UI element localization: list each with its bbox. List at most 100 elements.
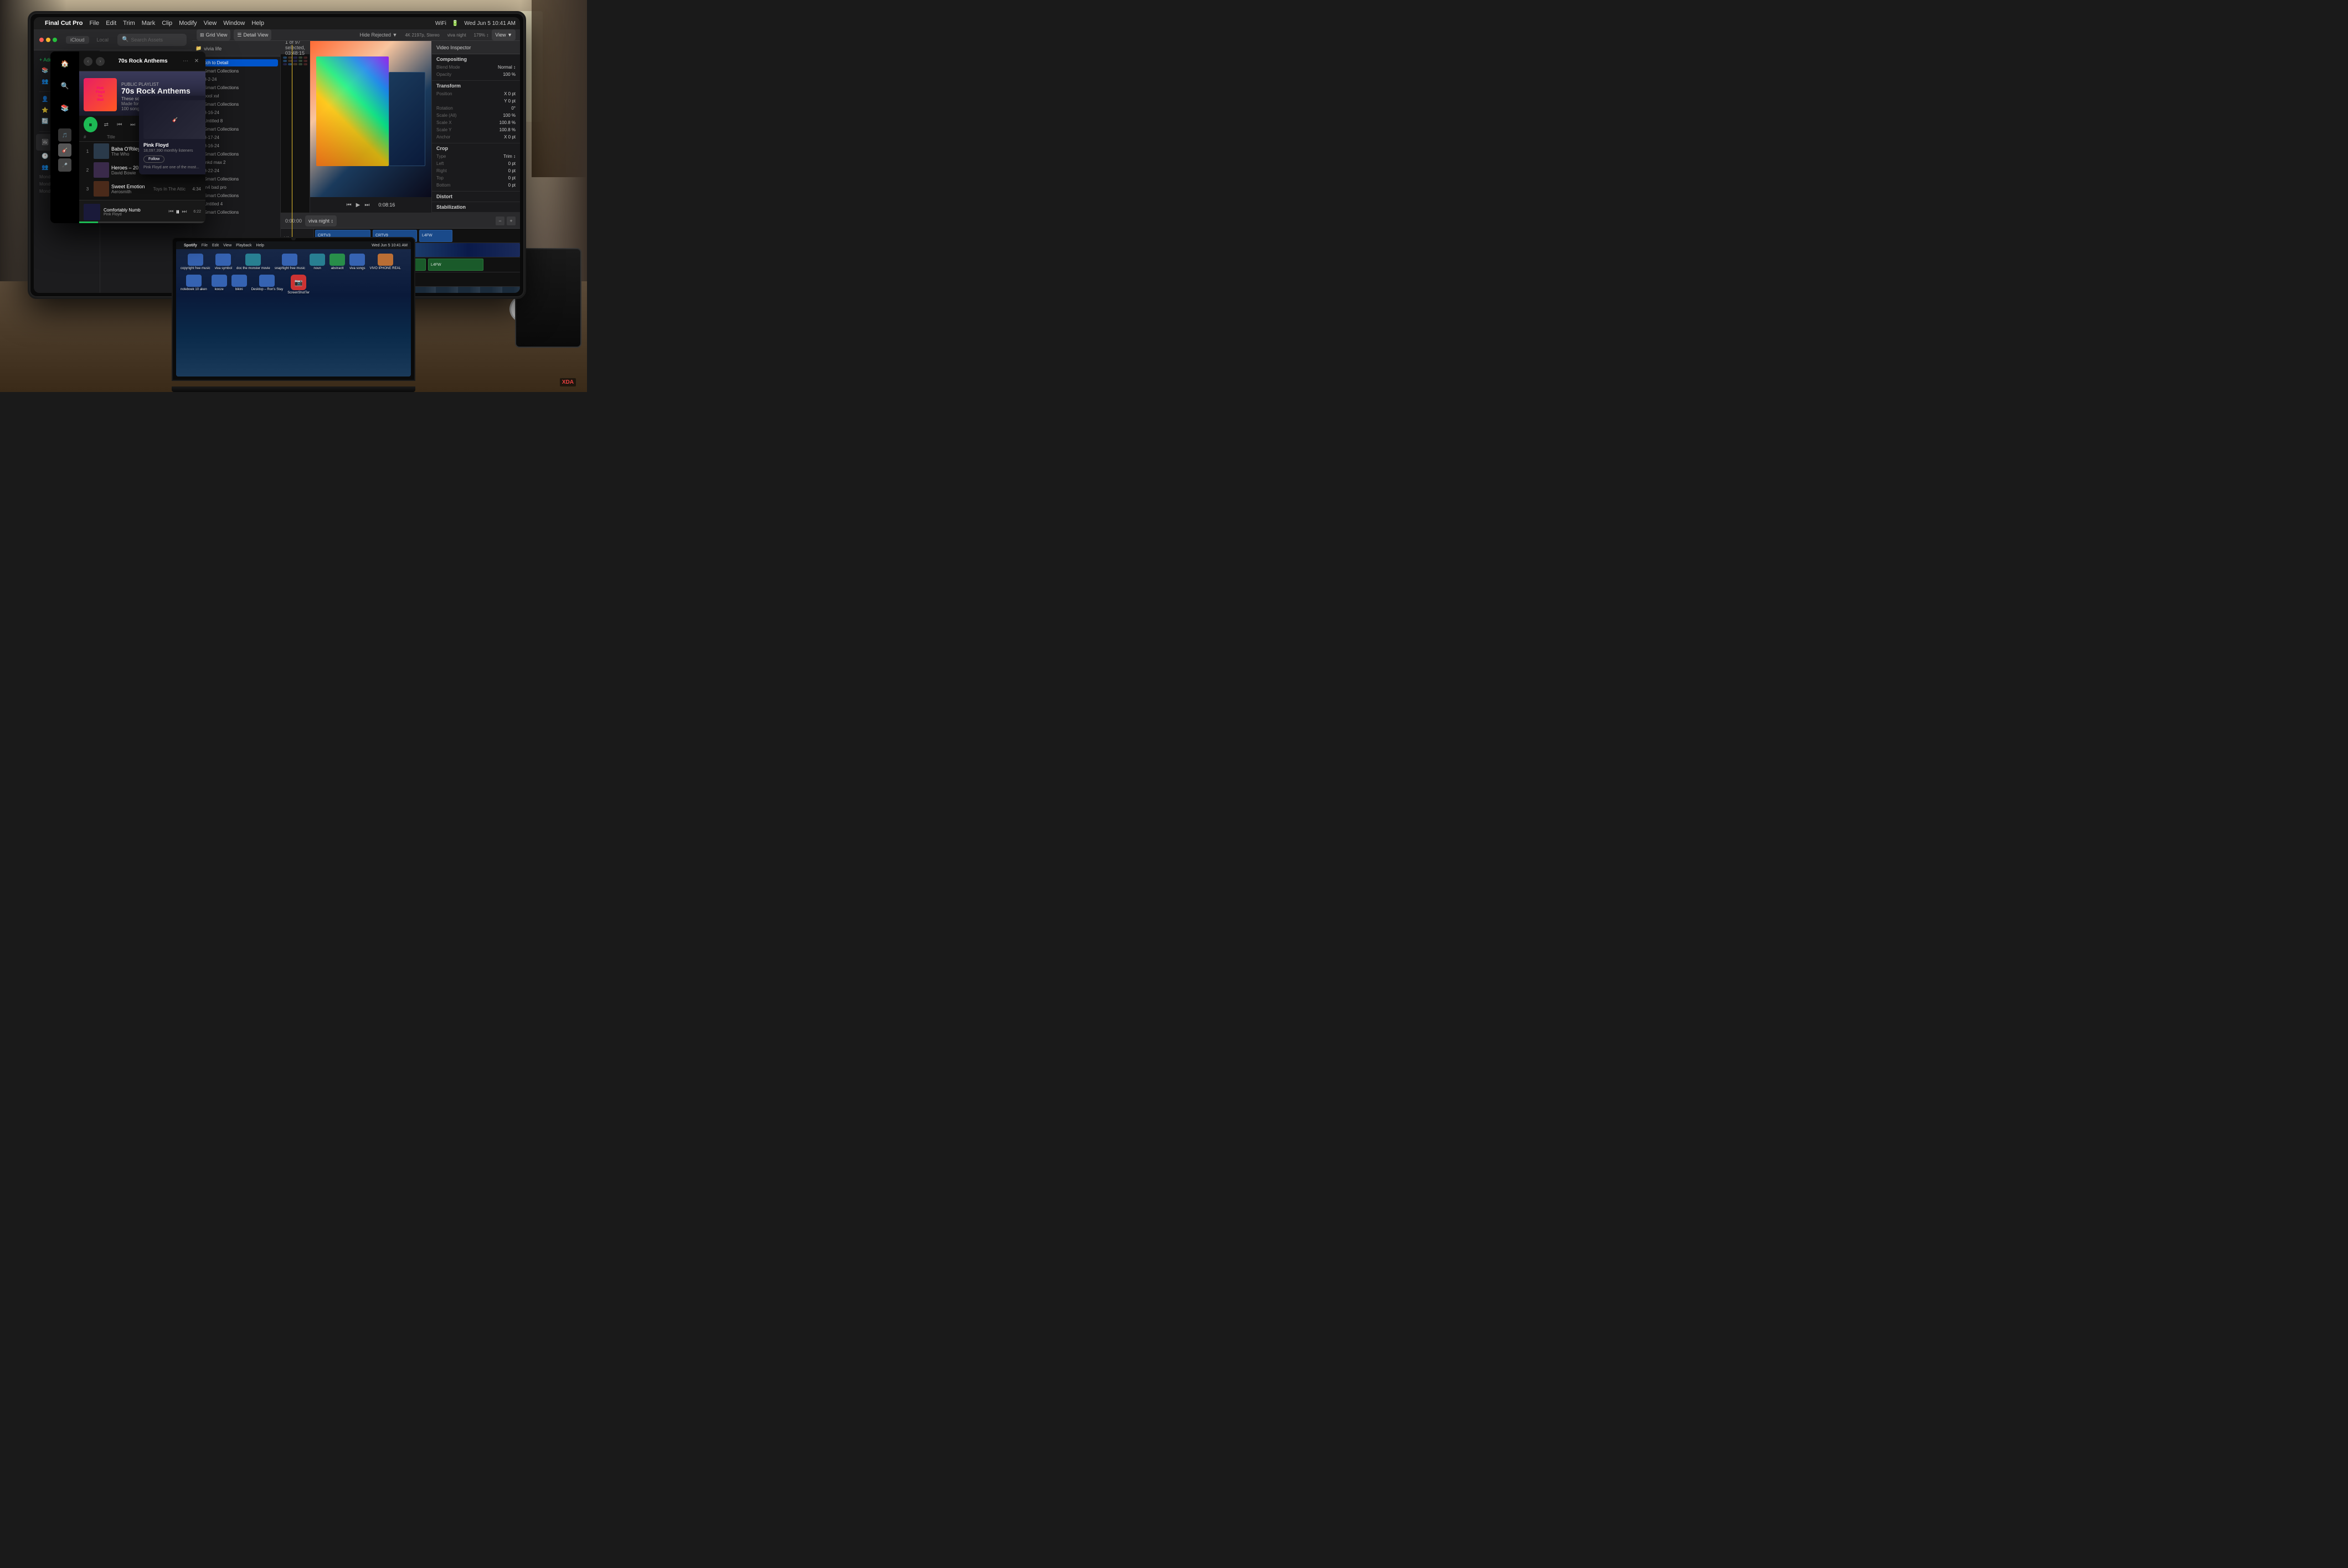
np-prev-button[interactable]: ⏮ (168, 209, 173, 215)
fcp-item-pool[interactable]: ▶ pool xvl (194, 92, 278, 100)
scale-all-value[interactable]: 100 % (503, 113, 516, 118)
menu-help[interactable]: Help (251, 20, 264, 27)
filmstrip-cell-13[interactable] (293, 63, 297, 65)
clip-a1-2[interactable]: L4FW (428, 259, 483, 271)
laptop-menu-view[interactable]: View (223, 244, 231, 247)
desktop-icon-bikini[interactable]: bikini (231, 275, 247, 295)
np-play-button[interactable]: ⏸ (176, 207, 179, 216)
spotify-home-button[interactable]: 🏠 (57, 56, 73, 71)
spotify-playlist-thumb-2[interactable]: 🎸 (58, 143, 71, 157)
filmstrip-cell-15[interactable] (303, 63, 307, 65)
fcp-smart-collections-4[interactable]: ▶ Smart Collections (194, 125, 278, 133)
laptop-menu-edit[interactable]: Edit (212, 244, 219, 247)
filmstrip-cell-11[interactable] (283, 63, 287, 65)
spotify-play-pause-button[interactable]: ⏸ (84, 117, 97, 132)
spotify-forward-button[interactable]: › (96, 57, 105, 66)
desktop-icon-vivo-iphone[interactable]: VIVO IPHONE REAL (369, 254, 400, 270)
spotify-close-button[interactable]: ✕ (192, 57, 201, 66)
spotify-options-button[interactable]: ⋯ (181, 57, 190, 66)
desktop-icon-abstractt[interactable]: abstractt (329, 254, 345, 270)
filmstrip-cell-3[interactable] (293, 56, 297, 59)
tab-cloud[interactable]: iCloud (66, 36, 89, 44)
spotify-shuffle-button[interactable]: ⇄ (102, 120, 111, 130)
timeline-zoom-out[interactable]: − (496, 216, 504, 225)
menu-modify[interactable]: Modify (179, 20, 197, 27)
spotify-prev-button[interactable]: ⏮ (115, 120, 124, 130)
maximize-button[interactable] (53, 38, 57, 42)
np-next-button[interactable]: ⏭ (182, 209, 187, 215)
filmstrip-cell-5[interactable] (303, 56, 307, 59)
photos-search[interactable]: 🔍 Search Assets (117, 34, 187, 46)
desktop-icon-doc-monster[interactable]: doc the monster movie (236, 254, 270, 270)
grid-view-button[interactable]: ⊞ Grid View (197, 29, 230, 40)
fcp-smart-collections-3[interactable]: ▶ Smart Collections (194, 100, 278, 109)
fcp-item-untitled8[interactable]: ▶ Untitled 8 (194, 117, 278, 125)
rotation-value[interactable]: 0° (511, 106, 516, 111)
laptop-menu-file[interactable]: File (202, 244, 208, 247)
preview-next-button[interactable]: ⏭ (364, 202, 369, 208)
desktop-icon-viva-symbol[interactable]: viva symbol (215, 254, 232, 270)
spotify-search-button[interactable]: 🔍 (57, 78, 73, 94)
preview-play-button[interactable]: ▶ (356, 202, 361, 208)
track-row-3[interactable]: 3 Sweet Emotion Aerosmith Toys In The At… (79, 179, 205, 198)
filmstrip-cell-7[interactable] (288, 60, 292, 62)
fcp-smart-collections-8[interactable]: ▶ Smart Collections (194, 208, 278, 216)
menu-trim[interactable]: Trim (123, 20, 135, 27)
tab-local[interactable]: Local (92, 36, 114, 44)
crop-type-value[interactable]: Trim ↕ (503, 154, 516, 159)
crop-bottom-value[interactable]: 0 pt (508, 183, 516, 188)
crop-top-value[interactable]: 0 pt (508, 176, 516, 180)
timeline-zoom-in[interactable]: + (507, 216, 516, 225)
filmstrip-cell-6[interactable] (283, 60, 287, 62)
filmstrip-cell-2[interactable] (288, 56, 292, 59)
filmstrip-cell-10[interactable] (303, 60, 307, 62)
laptop-menu-playback[interactable]: Playback (236, 244, 251, 247)
desktop-icon-kooze[interactable]: kooze (212, 275, 227, 295)
desktop-icon-viva-songs[interactable]: viva songs (349, 254, 365, 270)
timeline-project-button[interactable]: viva night ↕ (305, 215, 337, 226)
filmstrip-cell-14[interactable] (298, 63, 302, 65)
filmstrip-cell-1[interactable] (283, 56, 287, 59)
fcp-smart-collections-6[interactable]: ▶ Smart Collections (194, 175, 278, 183)
fcp-item-8-16-24b[interactable]: ▶ 8-16-24 (194, 142, 278, 150)
minimize-button[interactable] (46, 38, 50, 42)
artist-follow-button[interactable]: Follow (143, 156, 164, 163)
switch-to-detail-button[interactable]: Switch to Detail (194, 59, 278, 66)
desktop-icon-copyright-music[interactable]: copyright free music (181, 254, 210, 270)
menu-window[interactable]: Window (223, 20, 245, 27)
fcp-smart-collections-7[interactable]: ▶ Smart Collections (194, 192, 278, 200)
spotify-library-button[interactable]: 📚 (57, 100, 73, 116)
fcp-item-8-22-24[interactable]: ▶ 8-22-24 (194, 167, 278, 175)
spotify-playlist-thumb-1[interactable]: 🎵 (58, 128, 71, 142)
menu-file[interactable]: File (89, 20, 99, 27)
desktop-icon-noun[interactable]: noun (310, 254, 325, 270)
detail-view-button[interactable]: ☰ Detail View (234, 29, 271, 40)
fcp-item-untitled4[interactable]: ▶ Untitled 4 (194, 200, 278, 208)
menu-view[interactable]: View (204, 20, 217, 27)
preview-prev-button[interactable]: ⏮ (347, 202, 352, 208)
fcp-smart-collections-2[interactable]: ▶ Smart Collections (194, 84, 278, 92)
filmstrip-cell-9[interactable] (298, 60, 302, 62)
blend-value[interactable]: Normal ↕ (498, 65, 516, 70)
fcp-item-8-16-24[interactable]: ▶ 8-16-24 (194, 109, 278, 117)
fcp-item-mkd[interactable]: ▶ mkd max 2 (194, 158, 278, 167)
menu-clip[interactable]: Clip (162, 20, 172, 27)
crop-left-value[interactable]: 0 pt (508, 161, 516, 166)
fcp-item-8-17-24[interactable]: ▶ 8-17-24 (194, 133, 278, 142)
scale-y-value[interactable]: 100.8 % (500, 127, 516, 132)
spotify-back-button[interactable]: ‹ (84, 57, 92, 66)
filmstrip-cell-4[interactable] (298, 56, 302, 59)
view-button[interactable]: View ▼ (492, 29, 516, 40)
filmstrip-cell-8[interactable] (293, 60, 297, 62)
opacity-value[interactable]: 100 % (503, 72, 516, 77)
desktop-icon-screenshotter[interactable]: 📷 ScreenShotTer (287, 275, 310, 295)
fcp-item-8-2-24[interactable]: ▶ 8-2-24 (194, 75, 278, 84)
spotify-next-button[interactable]: ⏭ (128, 120, 137, 130)
spotify-playlist-thumb-3[interactable]: 🎤 (58, 158, 71, 172)
fcp-item-m4[interactable]: ▶ m4 bad pro (194, 183, 278, 192)
laptop-menu-help[interactable]: Help (256, 244, 264, 247)
scale-x-value[interactable]: 100.8 % (500, 120, 516, 125)
filmstrip-cell-12[interactable] (288, 63, 292, 65)
desktop-icon-noteboek[interactable]: noteboek 10 aken (181, 275, 207, 295)
crop-right-value[interactable]: 0 pt (508, 168, 516, 173)
